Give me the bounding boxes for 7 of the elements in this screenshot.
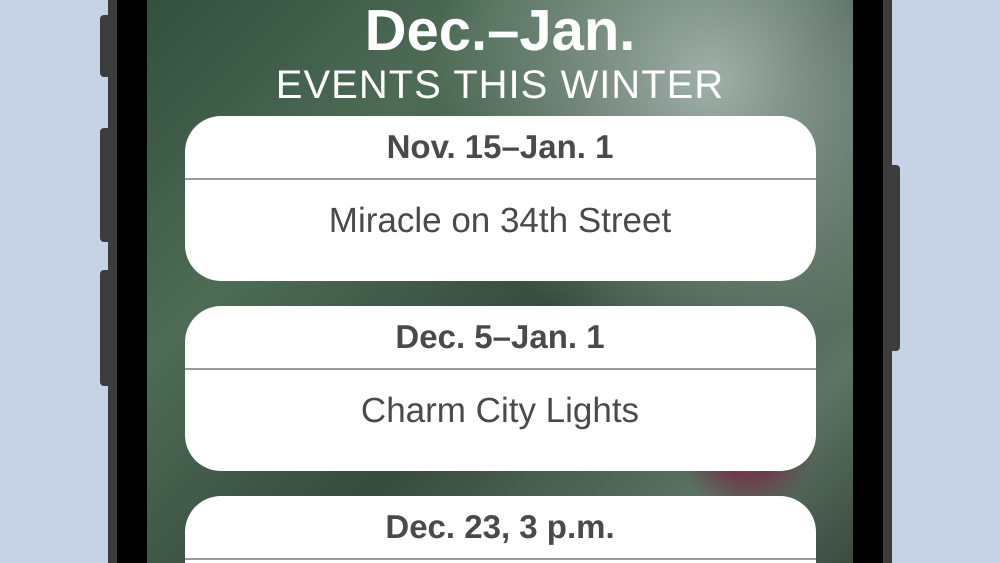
event-date: Dec. 5–Jan. 1 xyxy=(394,317,606,357)
event-name: Charm City Lights xyxy=(360,390,640,432)
event-name: Miracle on 34th Street xyxy=(328,200,672,242)
event-date: Dec. 23, 3 p.m. xyxy=(384,507,616,547)
title: Dec.–Jan. xyxy=(364,0,636,62)
event-date: Nov. 15–Jan. 1 xyxy=(386,127,614,167)
subtitle: EVENTS THIS WINTER xyxy=(276,62,724,108)
